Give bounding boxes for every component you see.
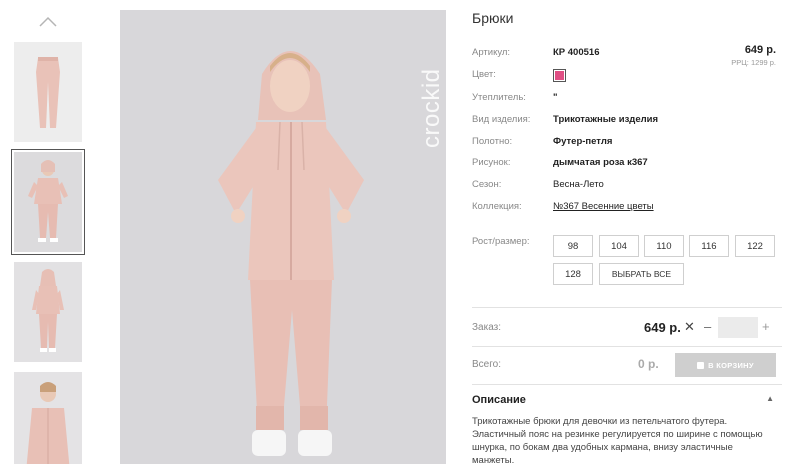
- order-label: Заказ:: [472, 322, 502, 333]
- attribute-article: Артикул: КР 400516: [472, 47, 782, 61]
- divider: [472, 346, 782, 347]
- collapse-description-icon[interactable]: ▲: [766, 394, 774, 403]
- attribute-pattern: Рисунок: дымчатая роза к367: [472, 157, 782, 171]
- size-option-98[interactable]: 98: [553, 235, 593, 257]
- add-to-cart-label: В КОРЗИНУ: [708, 360, 754, 370]
- quantity-decrease-button[interactable]: –: [704, 319, 711, 334]
- attribute-label: Утеплитель:: [472, 92, 526, 103]
- child-in-tracksuit-illustration: [120, 10, 446, 464]
- attribute-label: Коллекция:: [472, 201, 522, 212]
- attribute-value: Трикотажные изделия: [553, 114, 659, 125]
- main-product-photo[interactable]: crockid: [120, 10, 446, 464]
- attribute-value: КР 400516: [553, 47, 600, 58]
- attribute-value: Весна-Лето: [553, 179, 604, 190]
- thumbnail-gallery: [0, 0, 100, 464]
- attribute-label: Вид изделия:: [472, 114, 531, 125]
- total-label: Всего:: [472, 359, 501, 370]
- size-option-110[interactable]: 110: [644, 235, 684, 257]
- size-option-104[interactable]: 104: [599, 235, 639, 257]
- chevron-up-icon[interactable]: [38, 14, 58, 30]
- brand-watermark: crockid: [418, 68, 445, 148]
- sizes-label: Рост/размер:: [472, 236, 530, 247]
- attribute-product-type: Вид изделия: Трикотажные изделия: [472, 114, 782, 128]
- size-option-116[interactable]: 116: [689, 235, 729, 257]
- cart-bag-icon: [697, 361, 705, 369]
- thumbnail-back-view[interactable]: [14, 262, 82, 362]
- divider: [472, 384, 782, 385]
- attribute-label: Артикул:: [472, 47, 511, 58]
- attribute-label: Цвет:: [472, 69, 496, 80]
- attribute-label: Полотно:: [472, 136, 513, 147]
- total-value: 0 р.: [638, 357, 659, 371]
- collection-link[interactable]: №367 Весенние цветы: [553, 201, 654, 212]
- attribute-insulation: Утеплитель: ": [472, 92, 782, 106]
- size-option-122[interactable]: 122: [735, 235, 775, 257]
- product-details-panel: Брюки 649 р. РРЦ: 1299 р. Артикул: КР 40…: [472, 0, 782, 464]
- product-title: Брюки: [472, 10, 514, 26]
- thumbnail-pants[interactable]: [14, 42, 82, 142]
- attribute-label: Сезон:: [472, 179, 502, 190]
- attribute-label: Рисунок:: [472, 157, 511, 168]
- size-option-128[interactable]: 128: [553, 263, 593, 285]
- color-swatch[interactable]: [553, 69, 566, 82]
- add-to-cart-button[interactable]: В КОРЗИНУ: [675, 353, 776, 377]
- description-text: Трикотажные брюки для девочки из петельч…: [472, 416, 763, 464]
- quantity-increase-button[interactable]: +: [762, 319, 770, 334]
- attribute-value: Футер-петля: [553, 136, 613, 147]
- thumbnail-closeup[interactable]: [14, 372, 82, 464]
- order-price: 649 р.: [644, 320, 681, 335]
- attribute-color: Цвет:: [472, 69, 782, 83]
- select-all-sizes-button[interactable]: ВЫБРАТЬ ВСЕ: [599, 263, 684, 285]
- thumbnail-full-outfit[interactable]: [11, 149, 85, 255]
- remove-order-icon[interactable]: ✕: [684, 319, 695, 335]
- attribute-season: Сезон: Весна-Лето: [472, 179, 782, 193]
- divider: [472, 307, 782, 308]
- attribute-collection: Коллекция: №367 Весенние цветы: [472, 201, 782, 215]
- attribute-value: дымчатая роза к367: [553, 157, 648, 168]
- description-heading: Описание: [472, 394, 526, 406]
- quantity-input[interactable]: [718, 317, 758, 338]
- attribute-fabric: Полотно: Футер-петля: [472, 136, 782, 150]
- attribute-value: ": [553, 92, 558, 103]
